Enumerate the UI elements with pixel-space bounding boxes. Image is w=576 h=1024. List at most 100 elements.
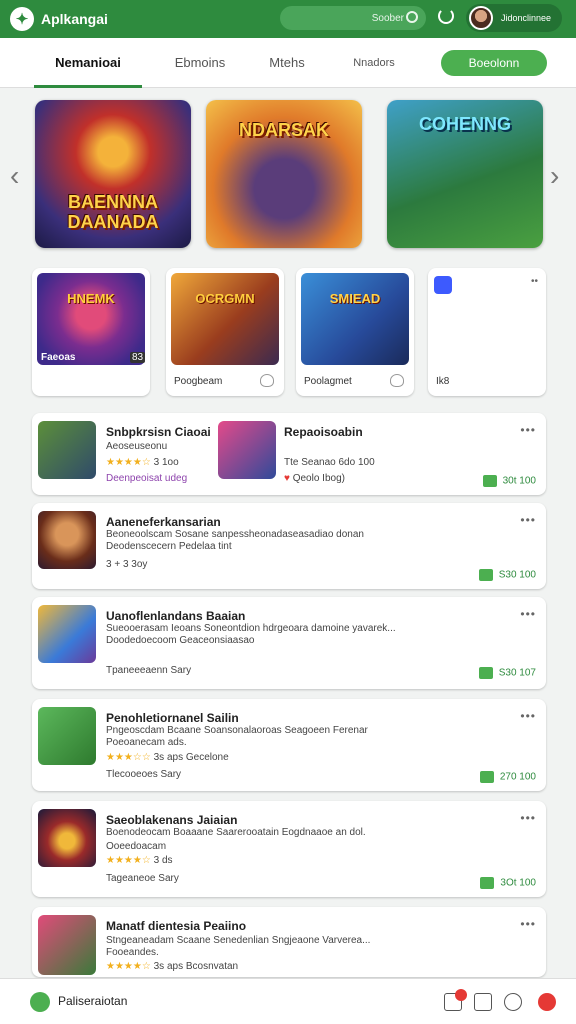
more-icon[interactable]: ••• <box>520 513 536 527</box>
list-item-subtitle: Aeoseuseonu <box>106 441 168 452</box>
download-button[interactable]: 30t 100 <box>482 475 536 487</box>
app-icon <box>434 276 452 294</box>
more-icon[interactable]: •• <box>531 276 538 287</box>
list-item-title: Saeoblakenans Jaiaian <box>106 813 238 827</box>
user-name: Jidonclinnee <box>501 13 552 23</box>
game-card-label: Faeoas <box>41 352 76 363</box>
download-count: 30t 100 <box>502 475 536 487</box>
game-thumbnail <box>38 421 96 479</box>
refresh-icon[interactable] <box>438 8 454 24</box>
list-item-description: Stngeaneadam Scaane Senedenlian Sngjeaon… <box>106 935 371 946</box>
game-art-text: OCRGMN <box>195 291 255 306</box>
search-icon[interactable] <box>406 11 418 23</box>
download-button[interactable]: 270 100 <box>479 771 536 783</box>
game-card-art: OCRGMN <box>171 273 279 365</box>
tab-nnadors[interactable]: Nnadors <box>338 38 410 88</box>
game-thumbnail <box>38 605 96 663</box>
download-icon <box>478 667 493 679</box>
notification-badge <box>455 989 467 1001</box>
bottom-bar: Paliseraiotan <box>0 978 576 1024</box>
search-input[interactable]: Soober <box>280 6 426 30</box>
download-icon <box>479 771 494 783</box>
user-icon[interactable] <box>504 993 522 1011</box>
list-item[interactable]: Penohletiornanel Sailin Pngeoscdam Bcaan… <box>32 699 546 791</box>
search-text: Soober <box>371 12 404 24</box>
game-thumbnail <box>38 707 96 765</box>
tab-ebmoins[interactable]: Ebmoins <box>160 38 240 88</box>
list-item[interactable]: Snbpkrsisn Ciaoai Aeoseuseonu ★★★★☆ 3 1o… <box>32 413 546 495</box>
list-item-extra: Tlecooeoes Sary <box>106 769 182 780</box>
list-item-extra: Tageaneoe Sary <box>106 873 179 884</box>
featured-banner-3[interactable]: COHENNG <box>387 100 543 248</box>
heart-icon: ♥ <box>284 473 290 484</box>
download-button[interactable]: 3Ot 100 <box>480 877 536 889</box>
list-item-description: Beoneoolscam Sosane sanpessheonadaseasad… <box>106 529 364 540</box>
list-item-meta: Tpaneeeaenn Sary <box>106 665 192 676</box>
game-card-art: SMIEAD <box>301 273 409 365</box>
list-item-title: Penohletiornanel Sailin <box>106 711 239 725</box>
list-item[interactable]: Saeoblakenans Jaiaian Boenodeocam Boaaan… <box>32 801 546 897</box>
game-thumbnail <box>218 421 276 479</box>
game-card-label: Ik8 <box>436 376 450 387</box>
list-item-subtitle: Deodenscecern Pedelaa tint <box>106 541 232 552</box>
app-logo-icon[interactable]: ✦ <box>10 7 34 31</box>
game-card-3[interactable]: SMIEAD Poolagmet <box>296 268 414 396</box>
list-item-subtitle: Ooeedoacam <box>106 841 167 852</box>
list-item[interactable]: Aaneneferkansarian Beoneoolscam Sosane s… <box>32 503 546 589</box>
game-thumbnail <box>38 809 96 867</box>
more-icon[interactable]: ••• <box>520 423 536 437</box>
download-count: 270 100 <box>499 771 536 783</box>
list-item-title: Manatf dientesia Peaiino <box>106 919 247 933</box>
game-card-4[interactable]: •• Ik8 <box>428 268 546 396</box>
tab-action-button[interactable]: Boeolonn <box>441 50 547 76</box>
app-name: Aplkangai <box>41 11 108 27</box>
download-count: S30 107 <box>498 667 536 679</box>
list-item-meta: 3 ds <box>153 855 173 866</box>
download-button[interactable]: S30 100 <box>478 569 536 581</box>
download-count: 3Ot 100 <box>500 877 536 889</box>
list-item-description: Sueooerasam Ieoans Soneontdion hdrgeoara… <box>106 623 396 634</box>
bottom-label: Paliseraiotan <box>58 994 128 1008</box>
list-item-subtitle: Poeoanecam ads. <box>106 737 187 748</box>
list-item-meta: 3s aps Bcosnvatan <box>153 961 239 972</box>
share-icon[interactable] <box>474 993 492 1011</box>
game-card-2[interactable]: OCRGMN Poogbeam <box>166 268 284 396</box>
list-item[interactable]: Uanoflenlandans Baaian Sueooerasam Ieoan… <box>32 597 546 689</box>
more-icon[interactable]: ••• <box>520 709 536 723</box>
list-item-title: Snbpkrsisn Ciaoai <box>106 425 211 439</box>
download-button[interactable]: S30 107 <box>478 667 536 679</box>
game-art-text: SMIEAD <box>329 291 381 306</box>
game-art-text: HNEMK <box>67 291 115 306</box>
featured-banner-1[interactable]: BAENNNA DAANADA <box>35 100 191 248</box>
game-card-label: Poolagmet <box>304 376 352 387</box>
rating-stars: ★★★★☆ <box>106 457 151 468</box>
list-item-title-2: Repaoisoabin <box>284 425 363 439</box>
tab-bar: Nemanioai Ebmoins Mtehs Nnadors Boeolonn <box>0 38 576 88</box>
record-icon[interactable] <box>538 993 556 1011</box>
app-logo-icon[interactable] <box>30 992 50 1012</box>
list-item-tag: Deenpeoisat udeg <box>106 473 188 484</box>
list-item-meta: 3 1oo <box>153 457 179 468</box>
list-item-meta: 3 + 3 3oy <box>106 559 148 570</box>
list-item[interactable]: Manatf dientesia Peaiino Stngeaneadam Sc… <box>32 907 546 977</box>
list-item-subtitle: Doodedoecoom Geaceonsiaasao <box>106 635 255 646</box>
featured-banner-2[interactable]: NDARSAK <box>206 100 362 248</box>
game-card-1[interactable]: HNEMK Faeoas 83 <box>32 268 150 396</box>
tab-nemanioai[interactable]: Nemanioai <box>34 38 142 88</box>
list-item-extra: Qeolo Ibog) <box>292 473 345 484</box>
download-icon <box>480 877 495 889</box>
user-menu[interactable]: Jidonclinnee <box>466 4 562 32</box>
heart-icon[interactable] <box>260 374 274 387</box>
list-item-description: Boenodeocam Boaaane Saarerooatain Eogdna… <box>106 827 366 838</box>
more-icon[interactable]: ••• <box>520 917 536 931</box>
list-item-description: Pngeoscdam Bcaane Soansonalaoroas Seagoe… <box>106 725 368 736</box>
chevron-right-icon[interactable]: › <box>550 162 559 190</box>
avatar <box>469 6 493 30</box>
more-icon[interactable]: ••• <box>520 607 536 621</box>
more-icon[interactable]: ••• <box>520 811 536 825</box>
chevron-left-icon[interactable]: ‹ <box>10 162 19 190</box>
tab-mtehs[interactable]: Mtehs <box>256 38 318 88</box>
heart-icon[interactable] <box>390 374 404 387</box>
featured-title-1: BAENNNA DAANADA <box>67 192 159 232</box>
top-bar: ✦ Aplkangai Soober Jidonclinnee <box>0 0 576 38</box>
